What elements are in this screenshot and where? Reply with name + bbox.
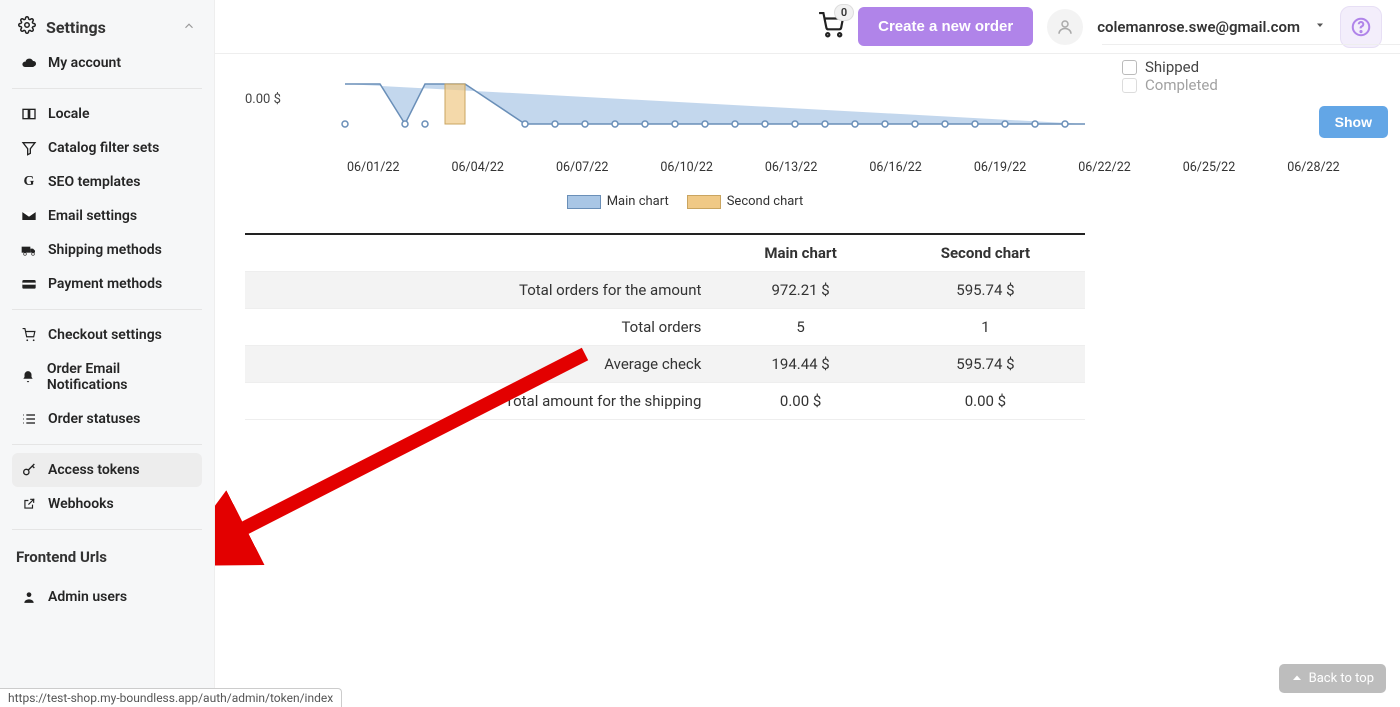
sidebar-item-seo-templates[interactable]: G SEO templates bbox=[12, 165, 202, 199]
user-email[interactable]: colemanrose.swe@gmail.com bbox=[1097, 18, 1300, 36]
bell-icon bbox=[20, 370, 37, 384]
y-axis-zero-label: 0.00 $ bbox=[245, 92, 281, 107]
help-button[interactable] bbox=[1340, 6, 1382, 48]
sidebar-item-access-tokens[interactable]: Access tokens bbox=[12, 453, 202, 487]
cart-count-badge: 0 bbox=[834, 4, 854, 21]
chart-svg bbox=[285, 64, 1085, 154]
sidebar-item-label: Shipping methods bbox=[48, 242, 162, 258]
stats-table: Main chart Second chart Total orders for… bbox=[245, 233, 1085, 420]
sidebar-item-order-statuses[interactable]: Order statuses bbox=[12, 402, 202, 436]
main-content: Shipped Completed Show 0.00 $ bbox=[215, 54, 1400, 707]
chart-legend: Main chart Second chart bbox=[285, 194, 1085, 209]
sidebar-item-shipping-methods[interactable]: Shipping methods bbox=[12, 233, 202, 267]
sidebar-item-checkout-settings[interactable]: Checkout settings bbox=[12, 318, 202, 352]
sidebar-item-label: Email settings bbox=[48, 208, 137, 224]
frontend-urls-heading: Frontend Urls bbox=[12, 538, 202, 570]
sidebar-item-label: Admin users bbox=[48, 589, 127, 605]
table-row: Total orders for the amount972.21 $595.7… bbox=[245, 272, 1085, 309]
avatar[interactable] bbox=[1047, 9, 1083, 45]
sidebar-item-label: Catalog filter sets bbox=[48, 140, 159, 156]
legend-swatch-main bbox=[567, 195, 601, 209]
sidebar-item-webhooks[interactable]: Webhooks bbox=[12, 487, 202, 521]
filter-icon bbox=[20, 140, 38, 156]
card-icon bbox=[20, 276, 38, 292]
sidebar: Settings My account Locale Catalog filter … bbox=[0, 0, 215, 707]
sidebar-item-label: Payment methods bbox=[48, 276, 162, 292]
sidebar-item-label: Locale bbox=[48, 106, 89, 122]
external-icon bbox=[20, 497, 38, 511]
mail-icon bbox=[20, 208, 38, 224]
chevron-up-icon bbox=[182, 18, 196, 37]
seo-icon: G bbox=[20, 174, 38, 190]
table-row: Total amount for the shipping0.00 $0.00 … bbox=[245, 383, 1085, 420]
legend-swatch-second bbox=[687, 195, 721, 209]
gear-icon bbox=[18, 16, 36, 38]
truck-icon bbox=[20, 242, 38, 258]
table-row: Total orders51 bbox=[245, 309, 1085, 346]
sidebar-item-order-email-notifications[interactable]: Order Email Notifications bbox=[12, 352, 202, 402]
chevron-down-icon[interactable] bbox=[1314, 19, 1326, 35]
sidebar-item-label: Order Email Notifications bbox=[47, 361, 194, 393]
sidebar-item-label: SEO templates bbox=[48, 174, 140, 190]
sidebar-item-label: My account bbox=[48, 55, 121, 71]
cart-button[interactable]: 0 bbox=[818, 12, 844, 42]
table-header-row: Main chart Second chart bbox=[245, 234, 1085, 272]
sidebar-item-label: Access tokens bbox=[48, 462, 140, 478]
key-icon bbox=[20, 462, 38, 478]
sidebar-item-label: Order statuses bbox=[48, 411, 140, 427]
create-order-button[interactable]: Create a new order bbox=[858, 7, 1033, 46]
table-row: Average check194.44 $595.74 $ bbox=[245, 346, 1085, 383]
cloud-icon bbox=[20, 55, 38, 71]
sidebar-item-admin-users[interactable]: Admin users bbox=[12, 580, 202, 614]
sidebar-item-label: Webhooks bbox=[48, 496, 114, 512]
x-axis-labels: 06/01/2206/04/2206/07/2206/10/2206/13/22… bbox=[347, 160, 1360, 175]
list-icon bbox=[20, 411, 38, 427]
sidebar-item-locale[interactable]: Locale bbox=[12, 97, 202, 131]
settings-label: Settings bbox=[46, 18, 106, 37]
sidebar-item-catalog-filter-sets[interactable]: Catalog filter sets bbox=[12, 131, 202, 165]
browser-status-url: https://test-shop.my-boundless.app/auth/… bbox=[0, 688, 342, 707]
settings-header[interactable]: Settings bbox=[12, 8, 202, 46]
user-icon bbox=[20, 590, 38, 604]
locale-icon bbox=[20, 106, 38, 122]
orders-chart: 0.00 $ 06/01/2206/04/2206/07/2206/10/220… bbox=[285, 64, 1360, 184]
sidebar-item-payment-methods[interactable]: Payment methods bbox=[12, 267, 202, 301]
sidebar-item-my-account[interactable]: My account bbox=[12, 46, 202, 80]
sidebar-item-email-settings[interactable]: Email settings bbox=[12, 199, 202, 233]
back-to-top-button[interactable]: Back to top bbox=[1279, 664, 1386, 693]
sidebar-item-label: Checkout settings bbox=[48, 327, 162, 343]
cart-icon bbox=[20, 328, 38, 342]
